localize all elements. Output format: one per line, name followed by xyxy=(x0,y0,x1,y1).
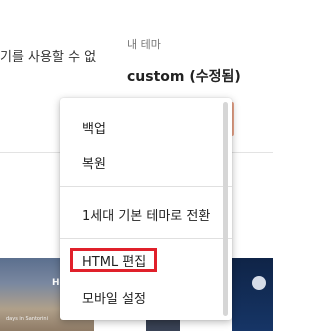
menu-item-label: 모바일 설정 xyxy=(82,292,146,307)
my-theme-label: 내 테마 xyxy=(127,38,161,51)
menu-item-label: 백업 xyxy=(82,122,106,137)
menu-scrollbar[interactable] xyxy=(223,102,228,316)
theme-options-menu: 백업 복원 1세대 기본 테마로 전환 HTML 편집 모바일 설정 xyxy=(60,98,232,320)
menu-item-mobile-settings[interactable]: 모바일 설정 xyxy=(60,280,232,314)
menu-item-restore[interactable]: 복원 xyxy=(60,145,232,179)
theme-name: custom (수정됨) xyxy=(127,69,241,85)
menu-item-backup[interactable]: 백업 xyxy=(60,110,232,144)
theme-thumbnail-blue[interactable] xyxy=(232,258,273,331)
menu-item-label: 1세대 기본 테마로 전환 xyxy=(82,209,211,224)
highlight-annotation xyxy=(70,248,157,272)
menu-item-switch-classic-theme[interactable]: 1세대 기본 테마로 전환 xyxy=(60,197,232,231)
menu-item-label: 복원 xyxy=(82,157,106,172)
thumbnail-decoration xyxy=(252,276,266,290)
menu-separator xyxy=(60,238,232,239)
truncated-description-text: 기를 사용할 수 없 xyxy=(0,50,97,65)
menu-separator xyxy=(60,186,232,187)
thumbnail-caption: days in Santorini xyxy=(6,316,48,322)
